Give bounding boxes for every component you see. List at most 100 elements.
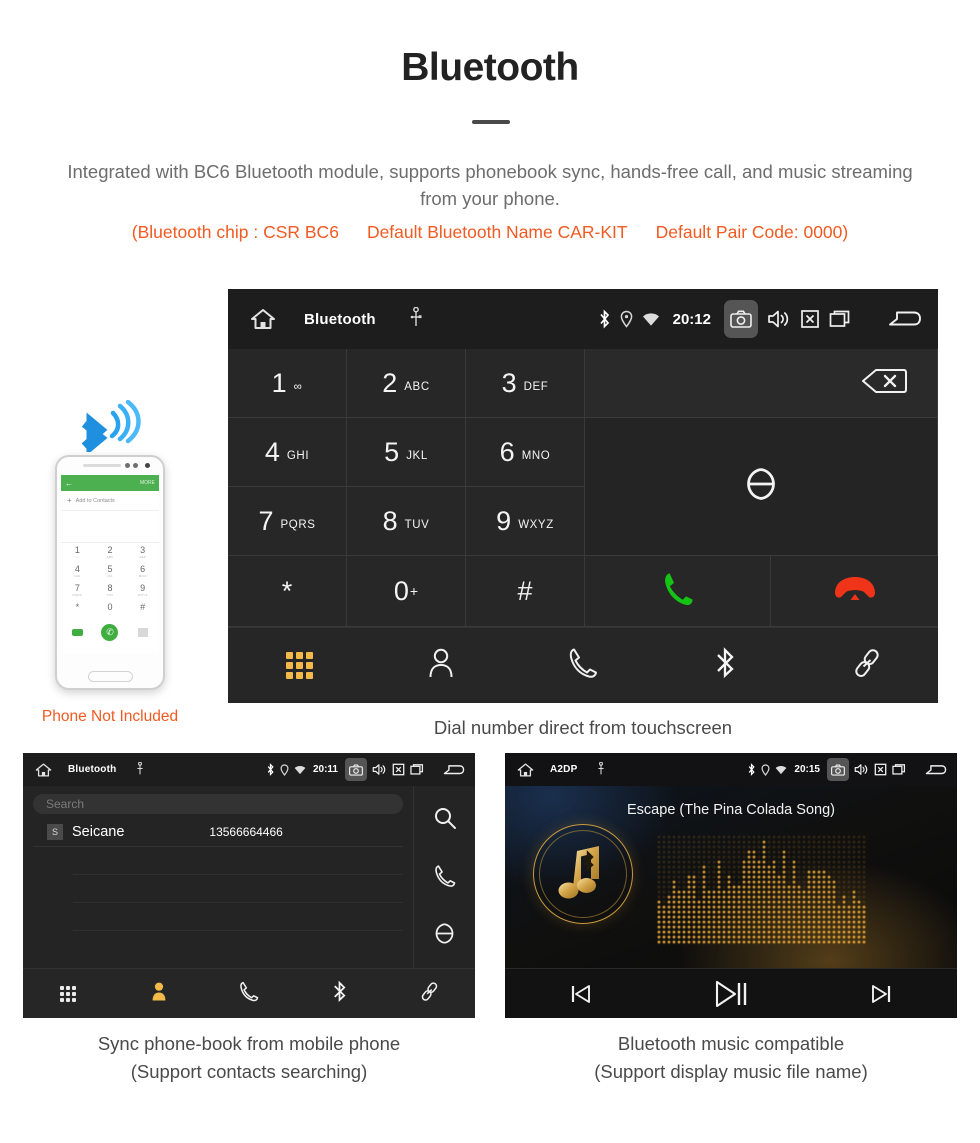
- phone-mock-key-digit: 3: [140, 545, 146, 555]
- dialpad-key-hash[interactable]: #: [466, 556, 585, 627]
- volume-icon[interactable]: [767, 309, 791, 329]
- dialpad-key-digit: 4: [264, 436, 280, 467]
- phone-mock-key: 7 PQRS: [61, 581, 94, 600]
- sidebar-item-pair-link[interactable]: [796, 647, 938, 684]
- status-bar: Bluetooth 20:11: [23, 753, 475, 786]
- sidebar-item-contacts[interactable]: [113, 981, 203, 1007]
- clock: 20:15: [794, 764, 820, 775]
- contact-person-icon: [150, 981, 168, 1007]
- dialpad-key-letters: GHI: [286, 449, 310, 462]
- sidebar-item-bluetooth[interactable]: [654, 646, 796, 685]
- next-track-button[interactable]: [806, 982, 957, 1006]
- dialpad-key-letters: WXYZ: [518, 518, 554, 531]
- sidebar-item-dialpad[interactable]: [23, 985, 113, 1002]
- volume-icon[interactable]: [372, 763, 387, 776]
- phone-mock-key: 2 ABC: [94, 543, 127, 562]
- sync-icon[interactable]: [433, 922, 456, 950]
- phone-video-call-icon: [71, 628, 83, 636]
- home-icon[interactable]: [35, 762, 52, 778]
- screenshot-button[interactable]: [724, 300, 758, 338]
- close-icon[interactable]: [392, 763, 405, 776]
- phone-mock-key: 3 DEF: [126, 543, 159, 562]
- phone-mock-key: 9 WXYZ: [126, 581, 159, 600]
- bluetooth-icon: [598, 309, 611, 329]
- music-note-bluetooth-icon: [558, 846, 599, 899]
- screenshot-button[interactable]: [345, 758, 367, 781]
- search-icon[interactable]: [433, 806, 457, 835]
- next-track-icon: [871, 984, 890, 1003]
- phone-mock-key-digit: 7: [74, 583, 80, 593]
- phone-mock-key-digit: 4: [74, 564, 80, 574]
- dialpad-grid-icon: [285, 652, 313, 679]
- dialpad-key-9[interactable]: 9 WXYZ: [466, 487, 585, 556]
- phone-home-button: [88, 671, 133, 682]
- close-icon[interactable]: [874, 763, 887, 776]
- spec-default-name: Default Bluetooth Name CAR-KIT: [366, 222, 628, 242]
- spec-pair-code: Default Pair Code: 0000): [655, 222, 849, 242]
- screenshot-button[interactable]: [827, 758, 849, 781]
- wifi-icon: [294, 765, 306, 775]
- dialpad-key-6[interactable]: 6 MNO: [466, 418, 585, 487]
- call-button[interactable]: [585, 556, 771, 627]
- sidebar-item-pair-link[interactable]: [385, 981, 475, 1007]
- bluetooth-icon: [266, 763, 275, 776]
- backspace-icon[interactable]: [861, 368, 907, 399]
- usb-icon: [597, 761, 605, 778]
- list-item-empty: [73, 903, 403, 931]
- dialpad-key-3[interactable]: 3 DEF: [466, 349, 585, 418]
- dialpad-key-0[interactable]: 0 +: [347, 556, 466, 627]
- dialpad-key-star[interactable]: *: [228, 556, 347, 627]
- screen-title: Bluetooth: [304, 310, 376, 328]
- dialpad-key-letters: PQRS: [280, 518, 316, 531]
- phone-sensor-1: [125, 463, 130, 468]
- dialpad-key-5[interactable]: 5 JKL: [347, 418, 466, 487]
- back-icon[interactable]: [925, 763, 947, 777]
- sync-refresh-button[interactable]: [585, 418, 938, 556]
- dialpad-key-4[interactable]: 4 GHI: [228, 418, 347, 487]
- recents-icon[interactable]: [410, 763, 424, 776]
- sidebar-item-dialpad[interactable]: [228, 652, 370, 679]
- phone-mock-key: #: [126, 600, 159, 619]
- hangup-button[interactable]: [771, 556, 938, 627]
- volume-icon[interactable]: [854, 763, 869, 776]
- sidebar-item-bluetooth[interactable]: [294, 980, 384, 1008]
- phone-not-included-note: Phone Not Included: [41, 708, 179, 725]
- track-title: Escape (The Pina Colada Song): [627, 802, 835, 818]
- status-bar-right-group: 20:11: [266, 758, 465, 781]
- previous-track-button[interactable]: [505, 982, 656, 1006]
- sync-icon: [743, 466, 779, 507]
- call-icon[interactable]: [434, 864, 456, 893]
- dialpad-key-2[interactable]: 2 ABC: [347, 349, 466, 418]
- dialpad-key-7[interactable]: 7 PQRS: [228, 487, 347, 556]
- search-input[interactable]: Search: [33, 794, 403, 814]
- play-pause-button[interactable]: [656, 978, 807, 1010]
- table-row[interactable]: S Seicane 13566664466: [33, 817, 403, 847]
- dialpad-key-letters: ∞: [293, 380, 303, 393]
- music-caption-line1: Bluetooth music compatible: [617, 1033, 845, 1054]
- sidebar-item-call-log[interactable]: [204, 981, 294, 1007]
- recents-icon[interactable]: [829, 309, 851, 329]
- music-body: Escape (The Pina Colada Song): [505, 786, 957, 968]
- phone-mock-key-letters: WXYZ: [137, 593, 148, 597]
- close-icon[interactable]: [800, 309, 820, 329]
- sidebar-item-contacts[interactable]: [370, 647, 512, 684]
- phonebook-caption: Sync phone-book from mobile phone (Suppo…: [23, 1030, 475, 1086]
- home-icon[interactable]: [517, 762, 534, 778]
- recents-icon[interactable]: [892, 763, 906, 776]
- phone-sensor-2: [133, 463, 138, 468]
- back-icon[interactable]: [888, 308, 922, 330]
- dialpad-key-digit: 1: [271, 367, 287, 398]
- link-chain-icon: [419, 981, 440, 1007]
- home-icon[interactable]: [250, 307, 276, 331]
- dialpad-key-8[interactable]: 8 TUV: [347, 487, 466, 556]
- phone-keyboard-icon: [137, 627, 148, 637]
- bluetooth-icon: [714, 646, 736, 685]
- sidebar-item-call-log[interactable]: [512, 647, 654, 684]
- back-icon[interactable]: [443, 763, 465, 777]
- phone-mock-key-digit: 8: [107, 583, 113, 593]
- number-display-field[interactable]: [585, 349, 938, 418]
- phone-mock-key: *: [61, 600, 94, 619]
- phone-handset-icon: [568, 647, 598, 684]
- dialpad-key-1[interactable]: 1 ∞: [228, 349, 347, 418]
- clock: 20:12: [672, 310, 711, 328]
